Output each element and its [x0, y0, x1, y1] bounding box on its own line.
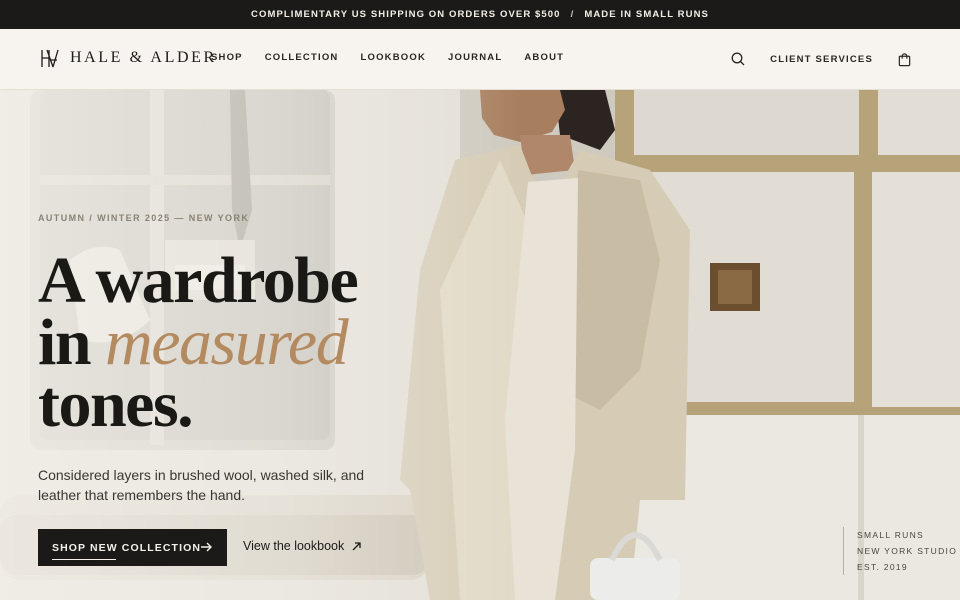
arrow-right-icon [201, 542, 212, 552]
hero-section: AUTUMN / WINTER 2025 — NEW YORK A wardro… [0, 90, 960, 600]
nav-about[interactable]: ABOUT [524, 52, 564, 63]
headline-line-3: tones. [38, 368, 194, 441]
nav-collection[interactable]: COLLECTION [265, 52, 339, 63]
badge-established: EST. 2019 [857, 562, 908, 572]
hero-headline: A wardrobe in measured tones. [38, 248, 359, 438]
header-utilities: CLIENT SERVICES [730, 51, 912, 67]
brand-logo[interactable]: HALE & ALDER [40, 48, 217, 68]
main-nav: SHOP COLLECTION LOOKBOOK JOURNAL ABOUT [211, 52, 586, 63]
badge-small-runs: SMALL RUNS [857, 530, 925, 540]
hero-eyebrow: AUTUMN / WINTER 2025 — NEW YORK [38, 213, 250, 223]
announcement-bar: COMPLIMENTARY US SHIPPING ON ORDERS OVER… [0, 0, 960, 29]
brand-name: HALE & ALDER [70, 49, 217, 66]
nav-journal[interactable]: JOURNAL [448, 52, 502, 63]
nav-shop[interactable]: SHOP [211, 52, 243, 63]
view-lookbook-link[interactable]: View the lookbook [243, 539, 361, 553]
view-lookbook-label: View the lookbook [243, 539, 345, 553]
search-icon[interactable] [730, 51, 746, 67]
nav-lookbook[interactable]: LOOKBOOK [360, 52, 426, 63]
monogram-logo-icon [41, 49, 59, 68]
shopping-bag-icon[interactable] [897, 52, 912, 67]
badge-studio: NEW YORK STUDIO [857, 546, 958, 556]
button-underline [52, 559, 116, 560]
studio-badge: SMALL RUNS NEW YORK STUDIO EST. 2019 [843, 527, 957, 575]
announcement-small-runs: MADE IN SMALL RUNS [584, 9, 709, 20]
site-header: HALE & ALDER SHOP COLLECTION LOOKBOOK JO… [0, 29, 960, 90]
hero-description: Considered layers in brushed wool, washe… [38, 467, 365, 503]
announcement-separator: / [570, 9, 575, 20]
shop-new-collection-label: SHOP NEW COLLECTION [52, 541, 202, 554]
announcement-shipping: COMPLIMENTARY US SHIPPING ON ORDERS OVER… [251, 9, 561, 20]
arrow-up-right-icon [352, 541, 361, 550]
client-services-link[interactable]: CLIENT SERVICES [770, 54, 873, 65]
shop-new-collection-button[interactable]: SHOP NEW COLLECTION [38, 529, 227, 566]
